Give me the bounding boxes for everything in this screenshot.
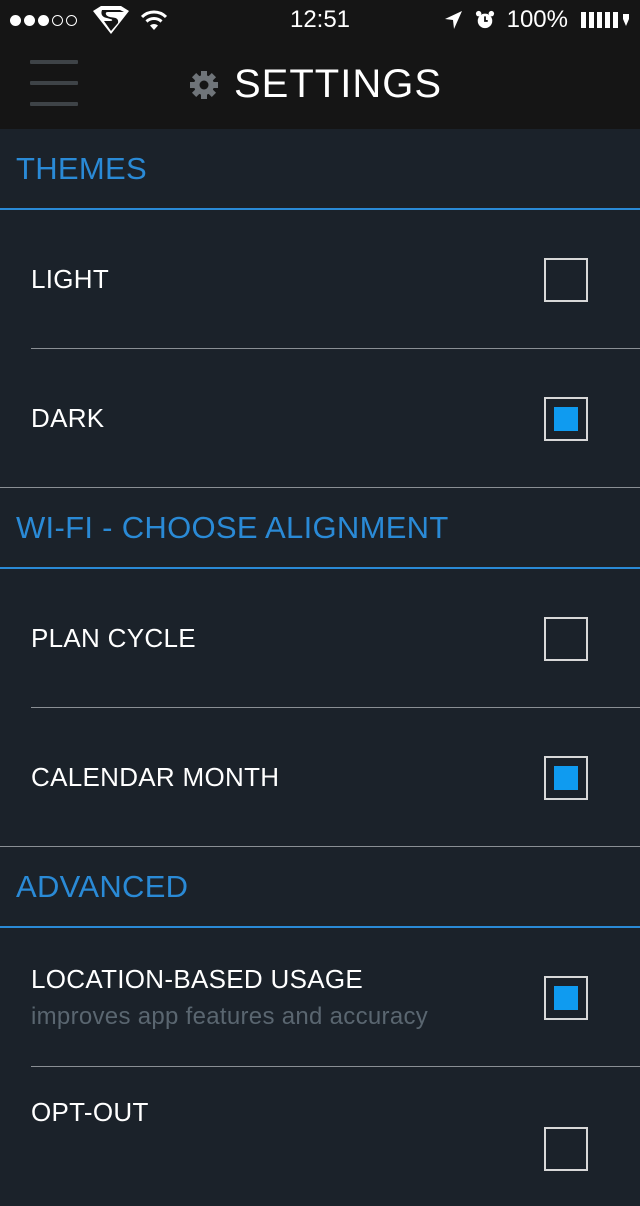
checkbox-opt-out[interactable] <box>544 1127 588 1171</box>
checkbox-checked-indicator <box>554 765 578 790</box>
checkbox-checked-indicator <box>554 985 578 1010</box>
checkbox-light-theme[interactable] <box>544 257 588 302</box>
option-description: improves app features and accuracy <box>31 1003 429 1030</box>
option-label: LIGHT <box>31 264 110 294</box>
gear-icon <box>189 70 218 99</box>
checkbox-plan-cycle[interactable] <box>544 616 588 661</box>
status-right: 100% <box>443 0 630 40</box>
option-row-location-usage[interactable]: LOCATION-BASED USAGE improves app featur… <box>0 928 640 1067</box>
signal-dot <box>52 14 63 26</box>
settings-list: THEMES LIGHT DARK WI-FI - CHOOSE ALIGNME… <box>0 129 640 1206</box>
signal-dot <box>24 14 35 26</box>
page-title: SETTINGS <box>233 62 443 106</box>
menu-icon-bar <box>30 102 78 106</box>
menu-icon[interactable] <box>30 60 78 106</box>
option-label: PLAN CYCLE <box>31 623 196 653</box>
option-row-calendar-month[interactable]: CALENDAR MONTH <box>0 708 640 847</box>
checkbox-dark-theme[interactable] <box>544 396 588 441</box>
alarm-clock-icon <box>475 10 494 29</box>
option-row-opt-out[interactable]: OPT-OUT <box>0 1067 640 1206</box>
superman-logo-icon <box>93 6 129 34</box>
option-label: OPT-OUT <box>31 1097 149 1127</box>
checkbox-checked-indicator <box>554 406 578 431</box>
signal-dot <box>10 14 21 26</box>
menu-icon-bar <box>30 60 78 64</box>
checkbox-location-usage[interactable] <box>544 975 588 1020</box>
location-arrow-icon <box>444 11 462 29</box>
option-row-dark-theme[interactable]: DARK <box>0 349 640 488</box>
section-header-wifi-alignment: WI-FI - CHOOSE ALIGNMENT <box>0 488 640 569</box>
option-label: CALENDAR MONTH <box>31 762 280 792</box>
status-bar: 12:51 100% <box>0 0 640 40</box>
signal-dot <box>38 14 49 26</box>
option-label: DARK <box>31 403 105 433</box>
battery-percentage: 100% <box>506 6 568 33</box>
signal-strength <box>10 14 77 26</box>
option-row-light-theme[interactable]: LIGHT <box>0 210 640 349</box>
option-label: LOCATION-BASED USAGE <box>31 964 364 994</box>
wifi-icon <box>141 10 167 30</box>
page-title-group: SETTINGS <box>0 40 640 129</box>
signal-dot <box>66 14 77 26</box>
status-left <box>10 0 167 40</box>
option-texts: LOCATION-BASED USAGE improves app featur… <box>31 964 428 1031</box>
menu-icon-bar <box>30 81 78 85</box>
checkbox-calendar-month[interactable] <box>544 755 588 800</box>
navigation-bar: SETTINGS <box>0 40 640 129</box>
battery-icon <box>581 12 629 28</box>
section-header-advanced: ADVANCED <box>0 847 640 928</box>
option-row-plan-cycle[interactable]: PLAN CYCLE <box>0 569 640 708</box>
section-header-themes: THEMES <box>0 129 640 210</box>
